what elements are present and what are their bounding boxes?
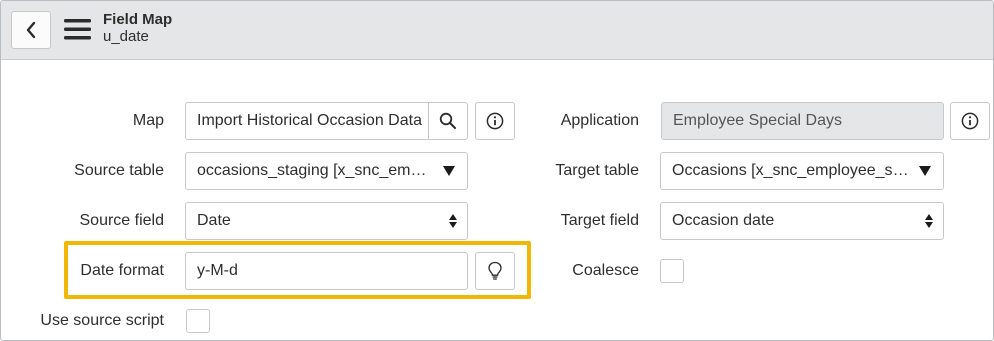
select-updown-icon: [925, 214, 933, 228]
use-source-script-label: Use source script: [40, 312, 164, 329]
application-field: Employee Special Days: [661, 102, 944, 140]
map-label: Map: [132, 112, 164, 129]
title-block: Field Map u_date: [103, 11, 172, 45]
date-format-label: Date format: [80, 262, 164, 279]
info-icon: [961, 112, 979, 130]
select-updown-icon: [449, 214, 457, 228]
date-format-input[interactable]: y-M-d: [185, 252, 468, 290]
header-bar: Field Map u_date: [1, 1, 993, 60]
back-button[interactable]: [11, 11, 51, 49]
lightbulb-icon: [488, 261, 502, 280]
map-value: Import Historical Occasion Data: [197, 112, 422, 129]
source-table-label: Source table: [74, 162, 164, 179]
date-format-value: y-M-d: [197, 262, 238, 279]
application-value: Employee Special Days: [673, 112, 842, 129]
source-table-select[interactable]: occasions_staging [x_snc_emplo…: [185, 152, 468, 190]
coalesce-label: Coalesce: [572, 262, 639, 279]
map-info-button[interactable]: [475, 102, 515, 140]
target-field-label: Target field: [560, 212, 639, 229]
form-frame: Field Map u_date Map Import Historical O…: [0, 0, 994, 341]
hamburger-menu-icon[interactable]: [64, 18, 91, 41]
source-table-value: occasions_staging [x_snc_emplo…: [197, 162, 435, 179]
target-field-value: Occasion date: [672, 212, 775, 229]
target-table-select[interactable]: Occasions [x_snc_employee_spe…: [660, 152, 944, 190]
dropdown-caret-icon: [443, 166, 455, 176]
info-icon: [486, 112, 504, 130]
source-field-select[interactable]: Date: [185, 202, 468, 240]
chevron-left-icon: [26, 21, 36, 39]
source-field-label: Source field: [79, 212, 165, 229]
application-label: Application: [560, 112, 639, 129]
date-format-hint-button[interactable]: [475, 252, 515, 290]
map-reference-field[interactable]: Import Historical Occasion Data: [185, 102, 467, 140]
dropdown-caret-icon: [919, 166, 931, 176]
search-icon: [439, 112, 456, 129]
target-table-label: Target table: [555, 162, 639, 179]
page-subtitle: u_date: [103, 28, 149, 45]
target-table-value: Occasions [x_snc_employee_spe…: [672, 162, 911, 179]
coalesce-checkbox[interactable]: [660, 259, 684, 283]
map-lookup-button[interactable]: [428, 102, 468, 140]
page-title: Field Map: [103, 11, 173, 28]
target-field-select[interactable]: Occasion date: [660, 202, 944, 240]
use-source-script-checkbox[interactable]: [186, 309, 210, 333]
source-field-value: Date: [197, 212, 231, 229]
application-info-button[interactable]: [950, 102, 990, 140]
